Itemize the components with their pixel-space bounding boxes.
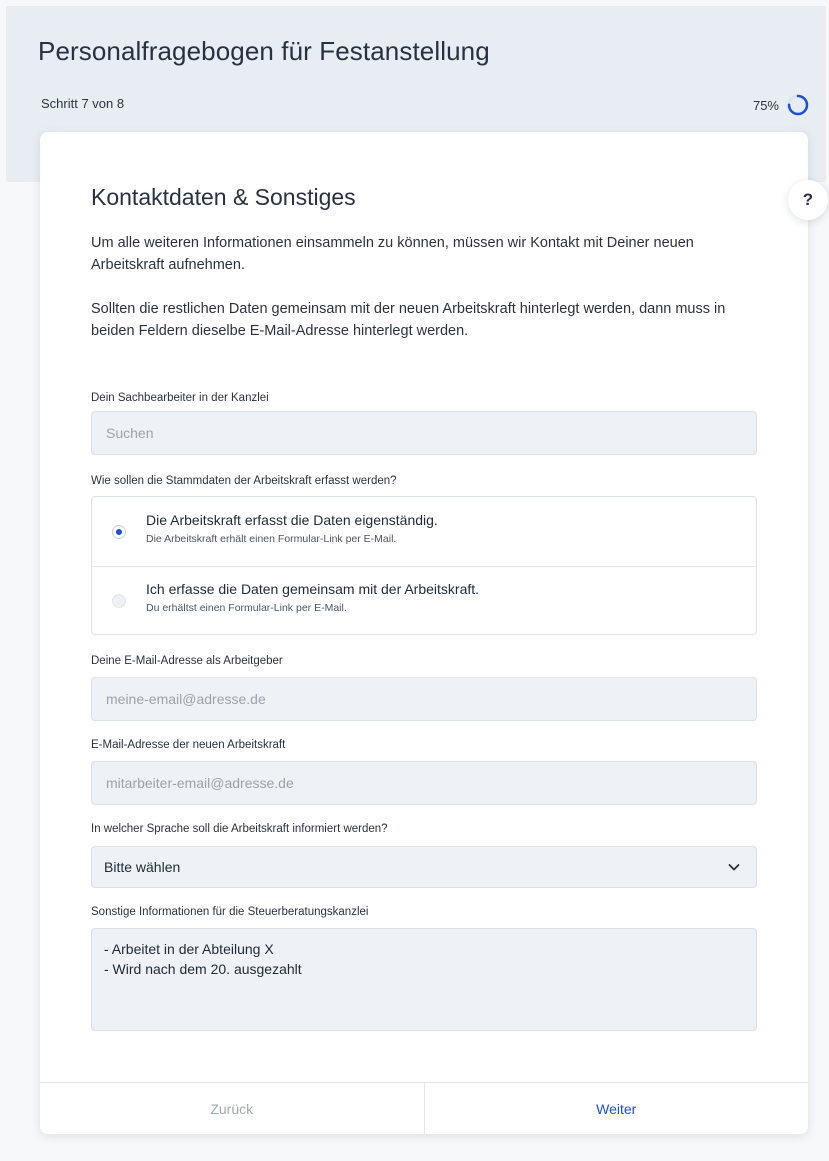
chevron-down-icon[interactable] (726, 859, 742, 875)
progress-percent: 75% (752, 97, 779, 113)
language-select[interactable]: Bitte wählen (91, 846, 757, 888)
master-data-radio-group: Die Arbeitskraft erfasst die Daten eigen… (91, 496, 757, 635)
form-card: Kontaktdaten & Sonstiges Um alle weitere… (40, 132, 808, 1135)
radio-checked-icon[interactable] (112, 525, 126, 539)
radio-unchecked-icon[interactable] (112, 594, 126, 608)
advisor-label: Dein Sachbearbeiter in der Kanzlei (91, 392, 269, 404)
radio-option-joint-entry[interactable]: Ich erfasse die Daten gemeinsam mit der … (92, 566, 756, 635)
step-indicator: Schritt 7 von 8 (41, 96, 125, 111)
form-footer: Zurück Weiter (40, 1082, 808, 1135)
notes-line: - Wird nach dem 20. ausgezahlt (104, 961, 302, 977)
language-select-value: Bitte wählen (104, 859, 181, 875)
notes-label: Sonstige Informationen für die Steuerber… (91, 906, 369, 918)
page-title: Personalfragebogen für Festanstellung (38, 36, 490, 66)
radio-option-title: Ich erfasse die Daten gemeinsam mit der … (146, 581, 480, 597)
advisor-search-input[interactable] (91, 411, 757, 455)
progress-indicator: 75% (753, 94, 809, 116)
employee-email-input[interactable] (91, 761, 757, 805)
next-button[interactable]: Weiter (425, 1083, 809, 1135)
intro-text-1: Um alle weiteren Informationen einsammel… (91, 235, 694, 273)
employer-email-label: Deine E-Mail-Adresse als Arbeitgeber (91, 655, 283, 667)
master-data-label: Wie sollen die Stammdaten der Arbeitskra… (91, 475, 397, 487)
employer-email-input[interactable] (91, 677, 757, 721)
radio-option-subtitle: Die Arbeitskraft erhält einen Formular-L… (146, 533, 397, 545)
help-button[interactable]: ? (788, 180, 828, 220)
radio-option-self-entry[interactable]: Die Arbeitskraft erfasst die Daten eigen… (92, 497, 756, 567)
progress-ring-icon (787, 94, 809, 116)
employee-email-label: E-Mail-Adresse der neuen Arbeitskraft (91, 739, 286, 751)
section-title: Kontaktdaten & Sonstiges (91, 184, 356, 210)
notes-textarea[interactable]: - Arbeitet in der Abteilung X - Wird nac… (91, 928, 757, 1031)
intro-text-2: Sollten die restlichen Daten gemeinsam m… (91, 301, 726, 339)
radio-option-title: Die Arbeitskraft erfasst die Daten eigen… (146, 512, 438, 528)
back-button[interactable]: Zurück (40, 1083, 425, 1135)
radio-option-subtitle: Du erhältst einen Formular-Link per E-Ma… (146, 602, 347, 614)
language-label: In welcher Sprache soll die Arbeitskraft… (91, 823, 388, 835)
notes-line: - Arbeitet in der Abteilung X (104, 941, 274, 957)
